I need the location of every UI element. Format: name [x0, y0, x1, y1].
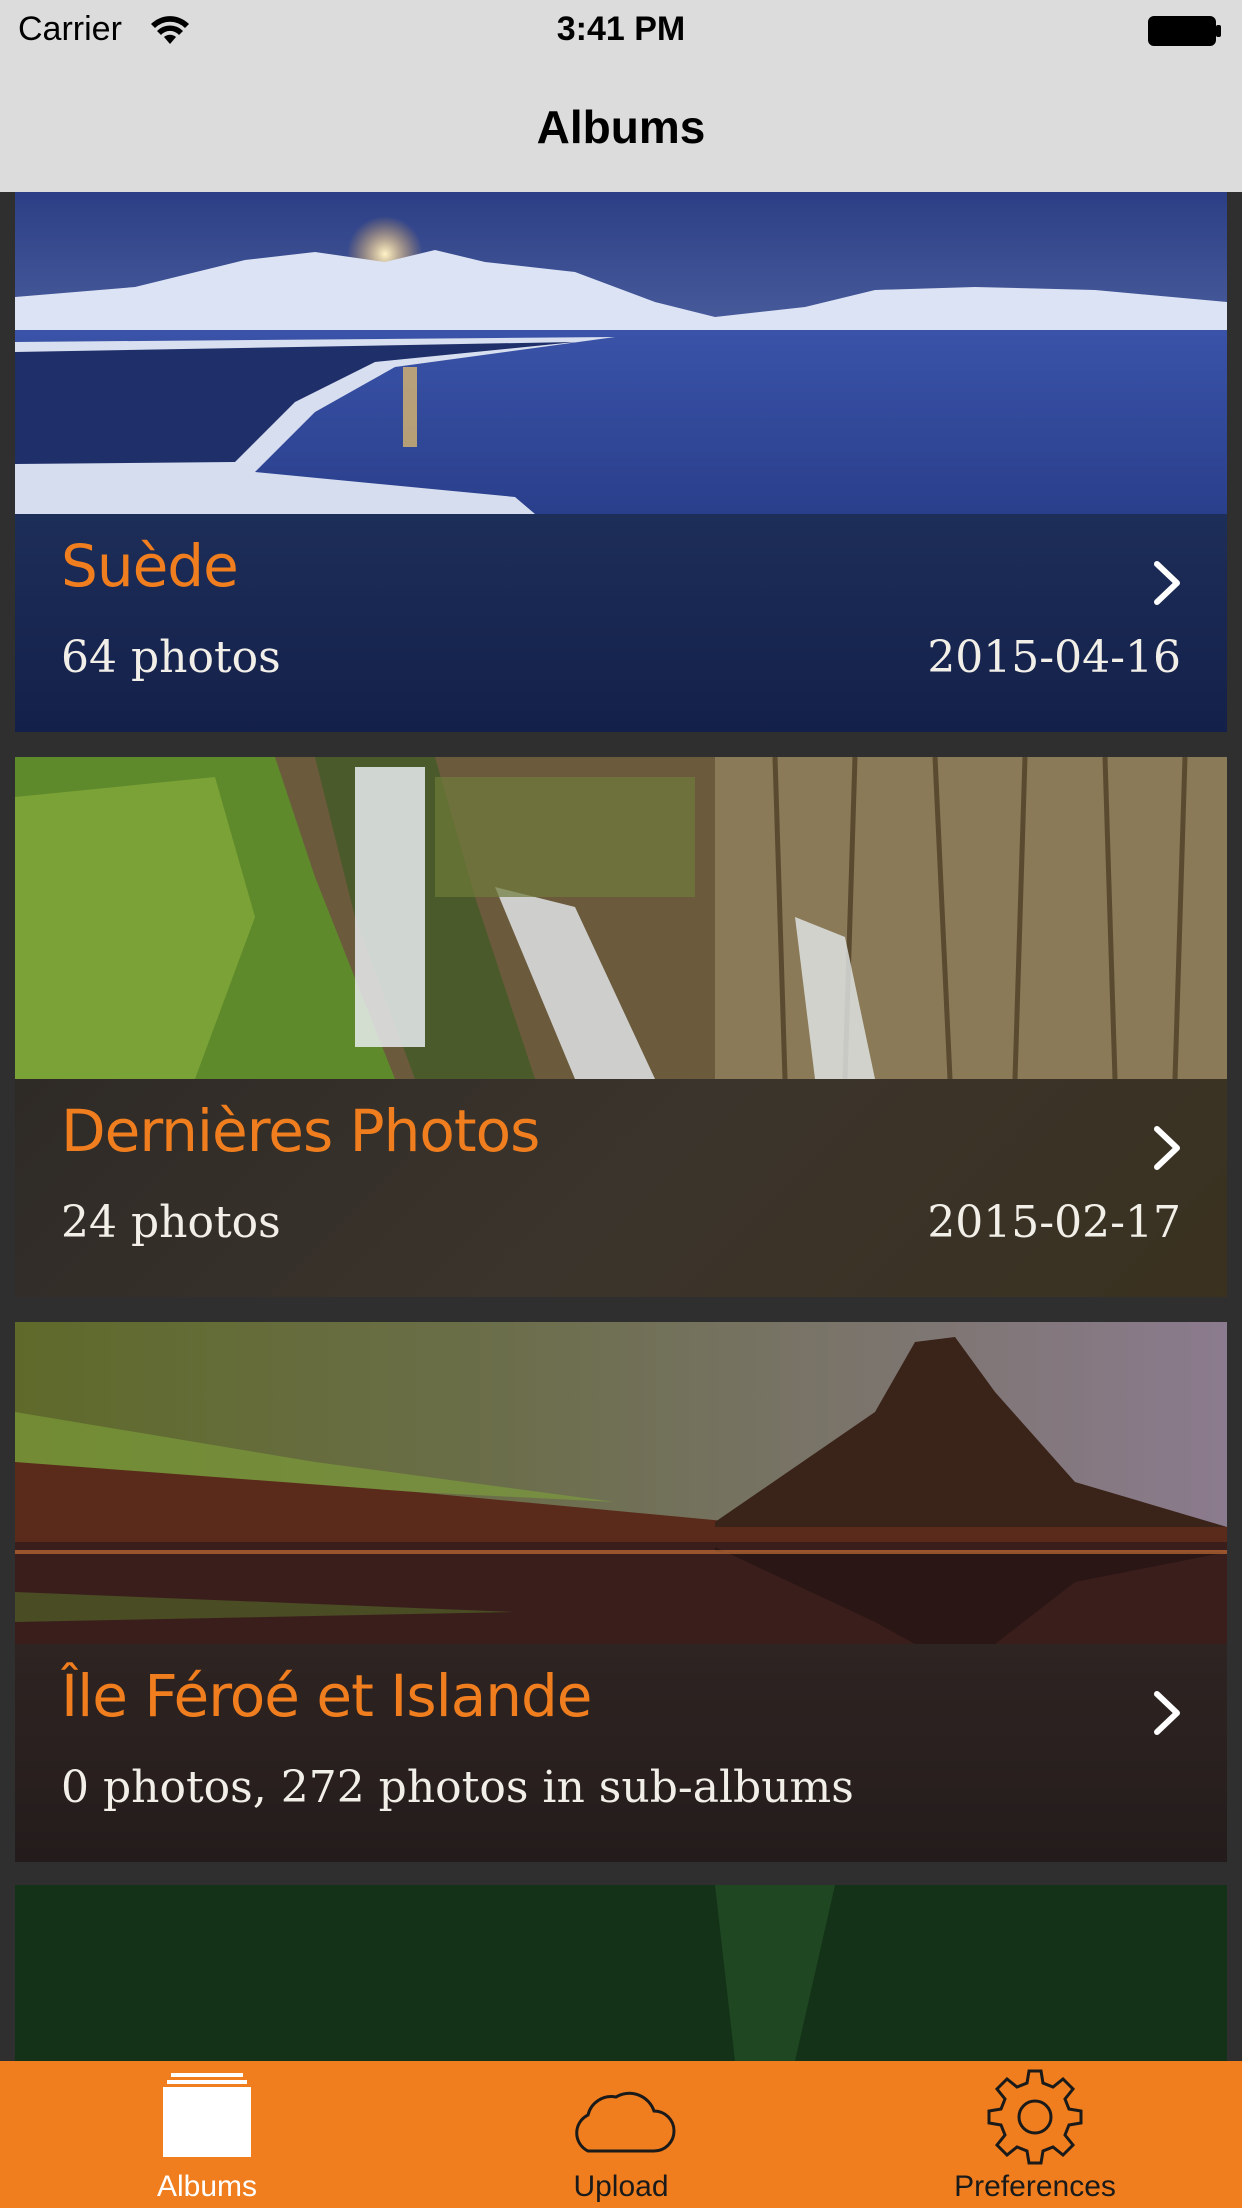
chevron-right-icon [1154, 1691, 1180, 1735]
album-photo-count: 0 photos, 272 photos in sub-albums [61, 1762, 854, 1813]
album-list[interactable]: Suède 64 photos 2015-04-16 Dernières Pho… [0, 192, 1242, 2061]
tab-label: Albums [156, 2170, 258, 2203]
tab-upload[interactable]: Upload [414, 2061, 828, 2208]
album-card-aurora[interactable] [15, 1885, 1227, 2061]
clock: 3:41 PM [556, 10, 686, 48]
cloud-upload-icon [575, 2091, 676, 2153]
albums-icon [163, 2073, 251, 2157]
battery-icon [1148, 16, 1221, 46]
page-title: Albums [536, 101, 706, 153]
album-photo-count: 64 photos [61, 632, 281, 683]
album-title: Dernières Photos [61, 1097, 540, 1165]
album-card-ile-feroe-islande[interactable]: Île Féroé et Islande 0 photos, 272 photo… [15, 1322, 1227, 1862]
album-info: Île Féroé et Islande 0 photos, 272 photo… [15, 1644, 1227, 1862]
tab-preferences[interactable]: Preferences [828, 2061, 1242, 2208]
album-title: Suède [61, 532, 239, 600]
album-photo-count: 24 photos [61, 1197, 281, 1248]
navigation-bar: Albums [0, 62, 1242, 193]
album-info: Suède 64 photos 2015-04-16 [15, 514, 1227, 732]
album-date: 2015-02-17 [927, 1197, 1181, 1248]
tab-bar: Albums Upload Preferences [0, 2061, 1242, 2208]
album-info: Dernières Photos 24 photos 2015-02-17 [15, 1079, 1227, 1297]
album-cover-image [15, 1885, 1227, 2061]
album-cover-image [15, 757, 1227, 1079]
album-card-dernieres-photos[interactable]: Dernières Photos 24 photos 2015-02-17 [15, 757, 1227, 1297]
gear-icon [987, 2069, 1083, 2165]
tab-label: Preferences [954, 2170, 1116, 2203]
status-bar: Carrier 3:41 PM [0, 0, 1242, 62]
album-date: 2015-04-16 [927, 632, 1181, 683]
tab-albums[interactable]: Albums [0, 2061, 414, 2208]
album-card-suede[interactable]: Suède 64 photos 2015-04-16 [15, 192, 1227, 732]
album-cover-image [15, 192, 1227, 514]
album-title: Île Féroé et Islande [61, 1662, 592, 1730]
tab-label: Upload [573, 2170, 669, 2203]
chevron-right-icon [1154, 1126, 1180, 1170]
album-cover-image [15, 1322, 1227, 1644]
chevron-right-icon [1154, 561, 1180, 605]
